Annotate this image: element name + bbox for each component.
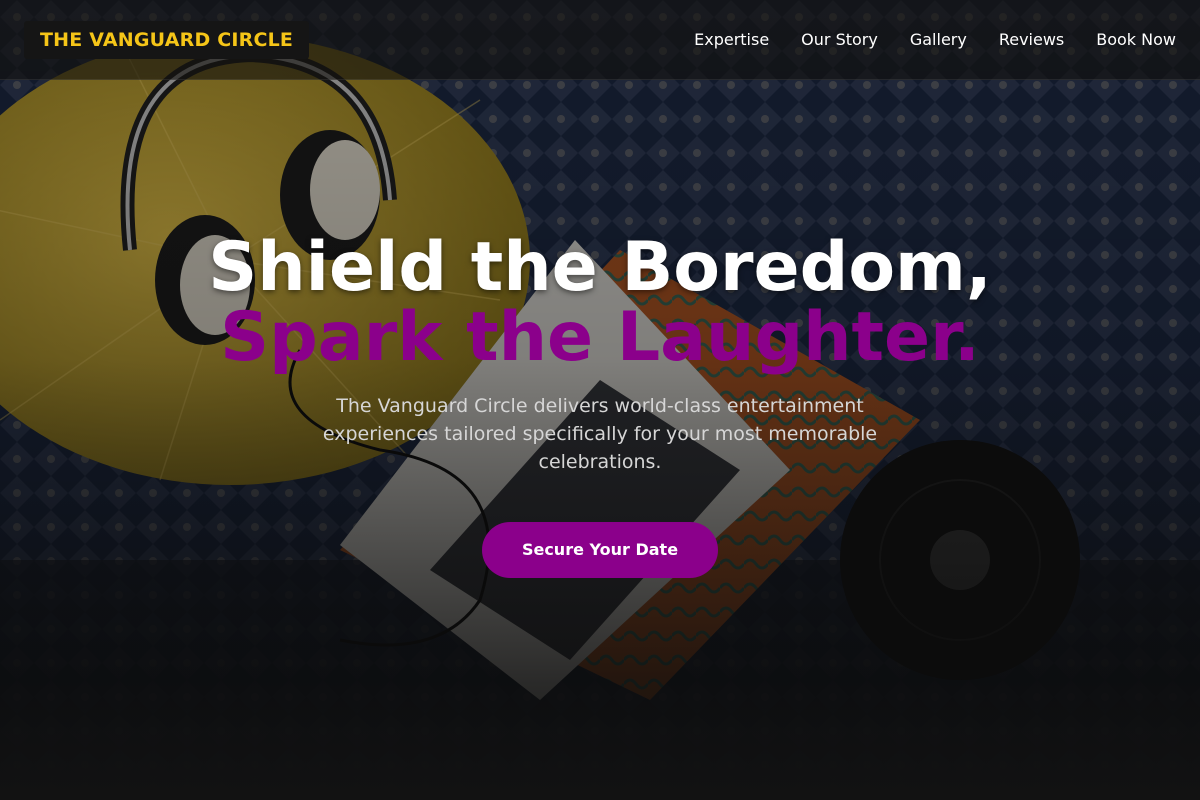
nav-link-gallery[interactable]: Gallery — [910, 30, 967, 49]
nav-link-expertise[interactable]: Expertise — [694, 30, 769, 49]
nav-link-reviews[interactable]: Reviews — [999, 30, 1064, 49]
brand-logo[interactable]: THE VANGUARD CIRCLE — [24, 20, 310, 59]
top-navbar: THE VANGUARD CIRCLE Expertise Our Story … — [0, 0, 1200, 80]
nav-link-book-now[interactable]: Book Now — [1096, 30, 1176, 49]
main-nav: Expertise Our Story Gallery Reviews Book… — [662, 30, 1176, 49]
hero-section: Shield the Boredom, Spark the Laughter. … — [0, 0, 1200, 800]
nav-link-our-story[interactable]: Our Story — [801, 30, 878, 49]
hero-content: Shield the Boredom, Spark the Laughter. … — [0, 232, 1200, 578]
hero-subtitle: The Vanguard Circle delivers world-class… — [322, 395, 878, 473]
hero-headline-accent: Spark the Laughter. — [220, 298, 980, 377]
hero-headline-primary: Shield the Boredom, — [208, 228, 992, 307]
secure-your-date-button[interactable]: Secure Your Date — [482, 522, 718, 578]
